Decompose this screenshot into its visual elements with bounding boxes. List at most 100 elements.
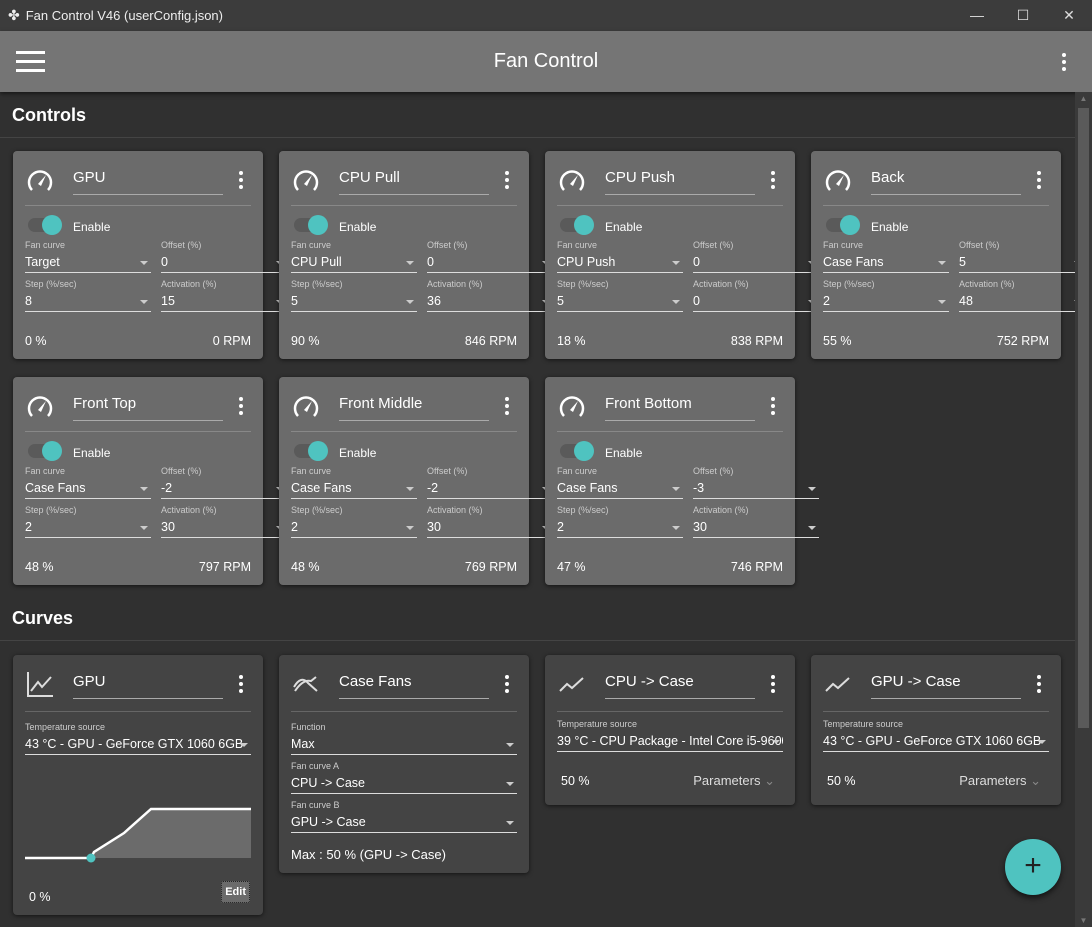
minimize-button[interactable]: — (954, 7, 1000, 24)
activation-select[interactable]: Activation (%) 36 (427, 279, 553, 312)
temperature-source-select[interactable]: Temperature source 43 °C - GPU - GeForce … (823, 719, 1049, 752)
step-select[interactable]: Step (%/sec) 2 (557, 505, 683, 538)
fan-curve-select[interactable]: Fan curve Target (25, 240, 151, 273)
offset-select[interactable]: Offset (%) 0 (693, 240, 819, 273)
speedometer-icon (293, 396, 319, 417)
mix-curve-icon (293, 676, 318, 692)
fan-rpm: 769 RPM (464, 560, 517, 574)
fan-curve-select[interactable]: Fan curve CPU Push (557, 240, 683, 273)
enable-toggle[interactable] (294, 215, 328, 235)
control-name[interactable]: GPU (73, 169, 223, 195)
control-card: CPU Pull Enable Fan curve CPU Pull Offset … (279, 151, 553, 359)
curve-name[interactable]: GPU (73, 673, 223, 699)
step-select[interactable]: Step (%/sec) 8 (25, 279, 151, 312)
control-card: GPU Enable Fan curve Target Offset (%) 0 St… (13, 151, 287, 359)
curve-menu-icon[interactable] (771, 675, 775, 693)
control-name[interactable]: Front Middle (339, 395, 489, 421)
curve-menu-icon[interactable] (1037, 675, 1041, 693)
fan-curve-b-select[interactable]: Fan curve B GPU -> Case (291, 800, 517, 833)
offset-select[interactable]: Offset (%) -3 (693, 466, 819, 499)
enable-toggle[interactable] (28, 215, 62, 235)
enable-toggle[interactable] (560, 441, 594, 461)
activation-select[interactable]: Activation (%) 0 (693, 279, 819, 312)
fan-curve-select[interactable]: Fan curve Case Fans (557, 466, 683, 499)
maximize-button[interactable]: ☐ (1000, 7, 1046, 24)
enable-toggle[interactable] (294, 441, 328, 461)
activation-select[interactable]: Activation (%) 30 (427, 505, 553, 538)
enable-toggle[interactable] (826, 215, 860, 235)
fan-rpm: 0 RPM (212, 334, 251, 348)
offset-select[interactable]: Offset (%) -2 (161, 466, 287, 499)
window-title: Fan Control V46 (userConfig.json) (25, 8, 223, 23)
offset-select[interactable]: Offset (%) 0 (161, 240, 287, 273)
mix-result: Max : 50 % (GPU -> Case) (291, 847, 446, 862)
curve-card-case-fans: Case Fans Function Max Fan curve A CPU -> … (279, 655, 529, 873)
close-button[interactable]: ✕ (1046, 7, 1092, 24)
activation-select[interactable]: Activation (%) 30 (693, 505, 819, 538)
curve-graph[interactable] (25, 795, 251, 865)
control-name[interactable]: CPU Pull (339, 169, 489, 195)
control-menu-icon[interactable] (771, 397, 775, 415)
function-select[interactable]: Function Max (291, 722, 517, 755)
control-name[interactable]: Back (871, 169, 1021, 195)
linear-curve-icon (825, 677, 850, 692)
fan-curve-select[interactable]: Fan curve Case Fans (823, 240, 949, 273)
step-select[interactable]: Step (%/sec) 5 (291, 279, 417, 312)
parameters-toggle[interactable]: Parameters ⌄ (959, 773, 1041, 789)
activation-select[interactable]: Activation (%) 48 (959, 279, 1085, 312)
curve-menu-icon[interactable] (505, 675, 509, 693)
offset-select[interactable]: Offset (%) 0 (427, 240, 553, 273)
control-menu-icon[interactable] (239, 171, 243, 189)
fan-curve-select[interactable]: Fan curve Case Fans (25, 466, 151, 499)
control-menu-icon[interactable] (505, 171, 509, 189)
fan-percent: 48 % (291, 560, 320, 574)
control-card: Front Top Enable Fan curve Case Fans Offse… (13, 377, 287, 585)
control-name[interactable]: Front Top (73, 395, 223, 421)
control-menu-icon[interactable] (239, 397, 243, 415)
add-button[interactable]: + (1005, 839, 1061, 895)
parameters-toggle[interactable]: Parameters ⌄ (693, 773, 775, 789)
fan-rpm: 846 RPM (464, 334, 517, 348)
temperature-source-select[interactable]: Temperature source 39 °C - CPU Package - … (557, 719, 783, 752)
curve-name[interactable]: GPU -> Case (871, 673, 1021, 699)
step-select[interactable]: Step (%/sec) 2 (291, 505, 417, 538)
control-menu-icon[interactable] (771, 171, 775, 189)
fan-curve-select[interactable]: Fan curve CPU Pull (291, 240, 417, 273)
fan-percent: 48 % (25, 560, 54, 574)
curve-menu-icon[interactable] (239, 675, 243, 693)
speedometer-icon (559, 396, 585, 417)
offset-select[interactable]: Offset (%) 5 (959, 240, 1085, 273)
edit-button[interactable]: Edit (221, 881, 250, 903)
enable-toggle[interactable] (560, 215, 594, 235)
fan-curve-a-select[interactable]: Fan curve A CPU -> Case (291, 761, 517, 794)
control-menu-icon[interactable] (1037, 171, 1041, 189)
step-select[interactable]: Step (%/sec) 2 (823, 279, 949, 312)
fan-percent: 90 % (291, 334, 320, 348)
fan-percent: 47 % (557, 560, 586, 574)
activation-select[interactable]: Activation (%) 15 (161, 279, 287, 312)
step-select[interactable]: Step (%/sec) 5 (557, 279, 683, 312)
curve-name[interactable]: CPU -> Case (605, 673, 755, 699)
vertical-scrollbar[interactable]: ▲ ▼ (1075, 92, 1092, 927)
fan-curve-select[interactable]: Fan curve Case Fans (291, 466, 417, 499)
menu-icon[interactable] (16, 51, 45, 78)
app-title: Fan Control (493, 50, 599, 72)
curve-card-gpu: GPU Temperature source 43 °C - GPU - GeFo… (13, 655, 263, 915)
enable-label: Enable (339, 446, 377, 460)
curve-percent: 50 % (561, 774, 590, 788)
control-menu-icon[interactable] (505, 397, 509, 415)
speedometer-icon (559, 170, 585, 191)
control-name[interactable]: CPU Push (605, 169, 755, 195)
fan-rpm: 838 RPM (730, 334, 783, 348)
offset-select[interactable]: Offset (%) -2 (427, 466, 553, 499)
scroll-down-icon: ▼ (1079, 916, 1088, 925)
more-options-icon[interactable] (1062, 53, 1066, 71)
enable-toggle[interactable] (28, 441, 62, 461)
activation-select[interactable]: Activation (%) 30 (161, 505, 287, 538)
temperature-source-select[interactable]: Temperature source 43 °C - GPU - GeForce … (25, 722, 251, 755)
enable-label: Enable (605, 446, 643, 460)
curve-name[interactable]: Case Fans (339, 673, 489, 699)
title-bar: ✤ Fan Control V46 (userConfig.json) — ☐ … (0, 0, 1092, 31)
step-select[interactable]: Step (%/sec) 2 (25, 505, 151, 538)
control-name[interactable]: Front Bottom (605, 395, 755, 421)
